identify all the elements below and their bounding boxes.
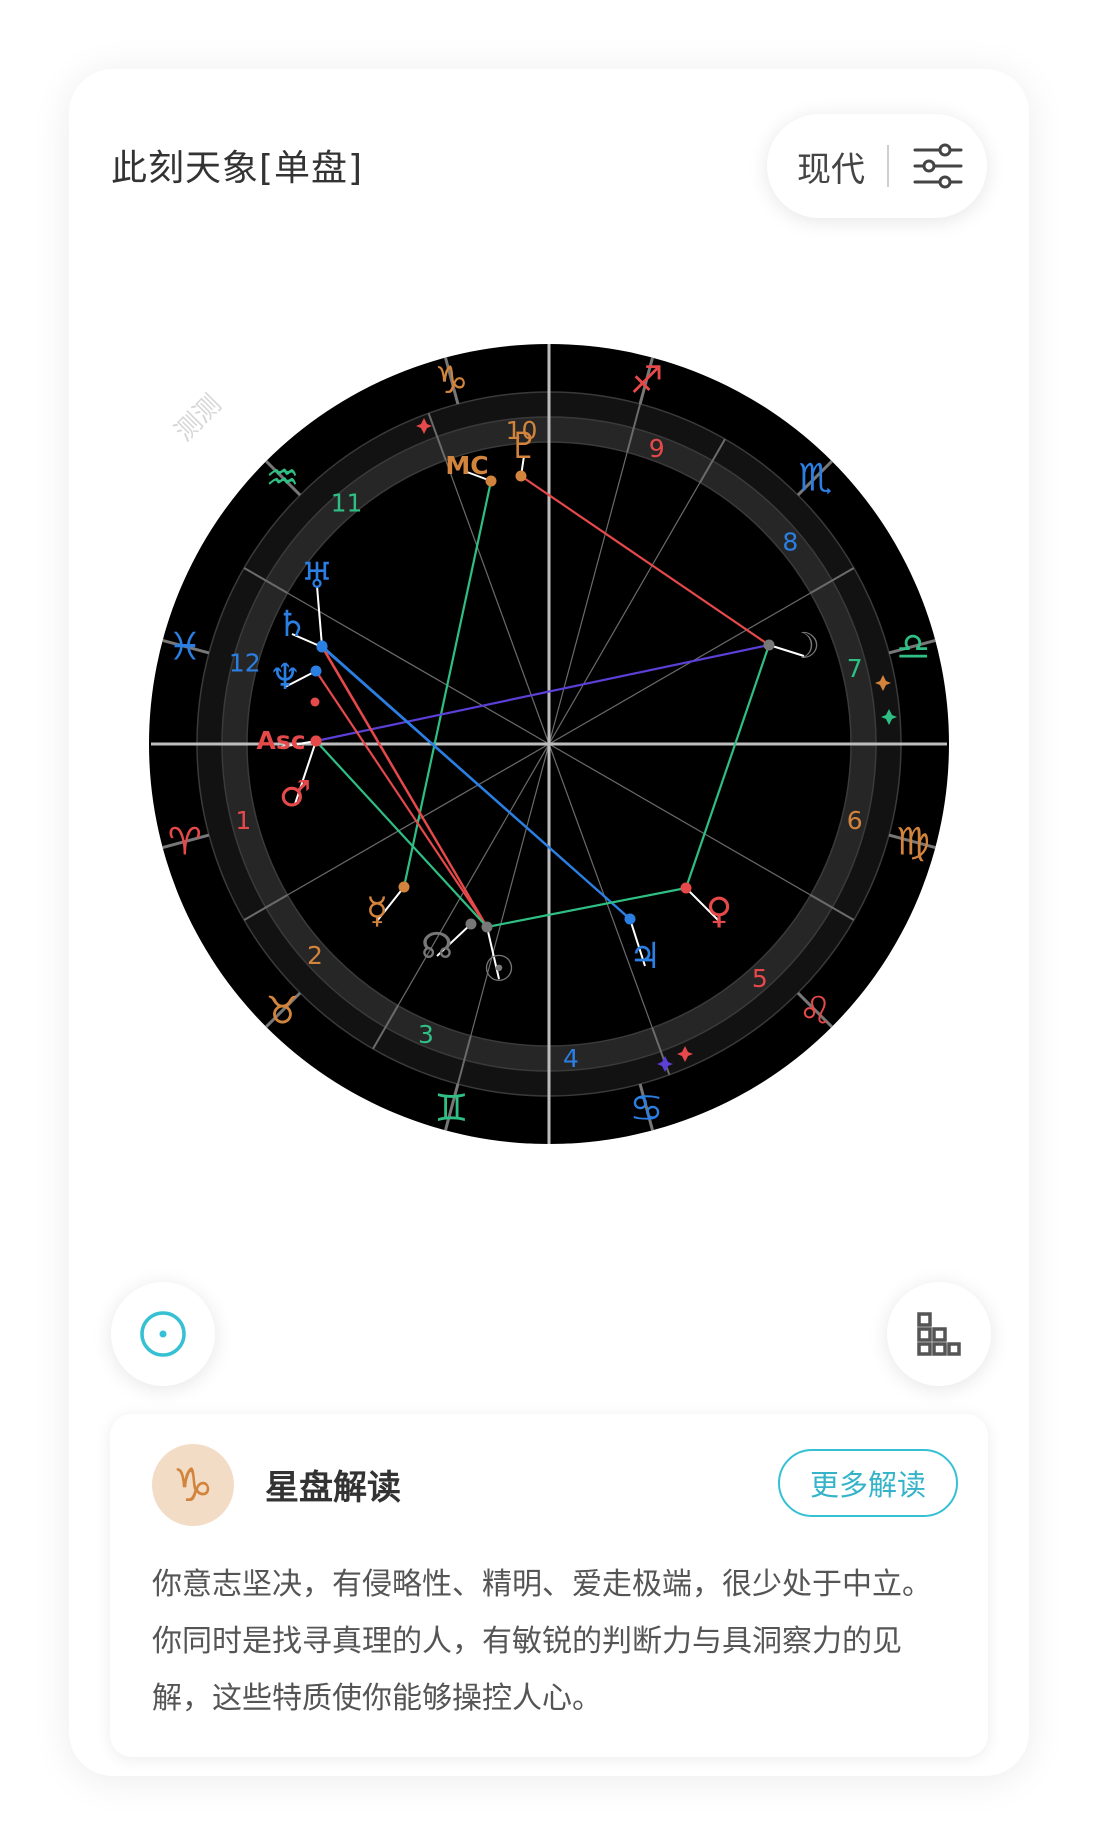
cancer-sign-icon: ♋ — [630, 1086, 664, 1130]
ring-marker — [310, 697, 320, 707]
saturn-icon: ♄ — [276, 604, 308, 645]
house-number-5: 5 — [752, 964, 768, 993]
house-number-4: 4 — [563, 1044, 579, 1073]
venus-dot — [680, 882, 692, 894]
more-interpretation-button[interactable]: 更多解读 — [778, 1449, 958, 1517]
mercury-icon: ☿ — [366, 891, 388, 932]
sun-icon — [140, 1311, 186, 1357]
taurus-sign-icon: ♉ — [265, 989, 299, 1033]
mode-label: 现代 — [797, 149, 865, 190]
capricorn-sign-icon: ♑ — [434, 358, 468, 402]
leo-sign-icon: ♌ — [799, 989, 833, 1033]
mc-icon: MC — [445, 451, 488, 480]
saturn-dot — [316, 641, 328, 653]
jupiter-dot — [624, 913, 636, 925]
house-number-1: 1 — [235, 806, 251, 835]
mercury-dot — [398, 881, 410, 893]
sun-dot — [481, 921, 493, 933]
asc-icon: Asc — [256, 726, 305, 755]
house-number-12: 12 — [229, 648, 261, 677]
page-title: 此刻天象[单盘] — [111, 148, 364, 189]
house-number-7: 7 — [847, 654, 863, 683]
pluto-icon: ♇ — [508, 426, 540, 467]
house-number-11: 11 — [331, 489, 363, 518]
mode-divider — [887, 145, 889, 187]
uranus-icon: ♅ — [301, 556, 333, 597]
watermark-text: 测测 — [169, 389, 227, 447]
libra-sign-icon: ♎ — [896, 624, 930, 668]
house-number-8: 8 — [782, 528, 798, 557]
gemini-sign-icon: ♊ — [434, 1086, 468, 1130]
virgo-sign-icon: ♍ — [896, 820, 930, 864]
aquarius-sign-icon: ♒ — [265, 455, 299, 499]
neptune-icon: ♆ — [269, 657, 301, 698]
chart-card: 此刻天象[单盘] 现代 ♈ ♉ ♊ ♋ ♌ ♍ ♎ ♏ ♐ ♑ ♒ ♓ 1 2 3 4 5 6 7 8 9 10 11 12 ♇… — [69, 69, 1029, 1776]
node-icon: ☊ — [421, 926, 453, 967]
house-system-button[interactable] — [887, 1282, 991, 1386]
moon-dot — [763, 639, 775, 651]
sagittarius-sign-icon: ♐ — [630, 358, 664, 402]
interpretation-title: 星盘解读 — [265, 1468, 401, 1508]
moon-icon: ☽ — [788, 626, 820, 667]
capricorn-sign-badge: ♑ — [152, 1444, 234, 1526]
sun-button[interactable] — [111, 1282, 215, 1386]
capricorn-icon: ♑ — [172, 1458, 214, 1512]
house-number-2: 2 — [307, 941, 323, 970]
chart-mode-button[interactable]: 现代 — [767, 114, 987, 218]
pluto-dot — [515, 470, 527, 482]
astrology-chart-wheel[interactable]: ♈♉♊ ♋♌♍♎♏♐♑♒♓123456789101112♇MC☽♅♄♆Asc♂☿☊… — [79, 274, 1019, 1214]
house-number-6: 6 — [847, 806, 863, 835]
mars-dot — [310, 735, 322, 747]
mars-icon: ♂ — [279, 774, 311, 815]
house-number-3: 3 — [418, 1020, 434, 1049]
scorpio-sign-icon: ♏ — [799, 455, 833, 499]
sun-icon: ☉ — [483, 949, 515, 990]
aries-sign-icon: ♈ — [168, 820, 202, 864]
house-system-icon — [917, 1312, 961, 1356]
interpretation-text: 你意志坚决，有侵略性、精明、爱走极端，很少处于中立。你同时是找寻真理的人，有敏锐… — [152, 1567, 932, 1716]
venus-icon: ♀ — [706, 891, 732, 932]
house-number-9: 9 — [649, 434, 665, 463]
pisces-sign-icon: ♓ — [168, 624, 202, 668]
chart-interpretation-panel: ♑ 星盘解读 更多解读 你意志坚决，有侵略性、精明、爱走极端，很少处于中立。你同… — [110, 1414, 988, 1757]
neptune-dot — [310, 665, 322, 677]
node-dot — [465, 918, 477, 930]
sliders-icon — [913, 143, 963, 189]
jupiter-icon: ♃ — [629, 936, 661, 977]
